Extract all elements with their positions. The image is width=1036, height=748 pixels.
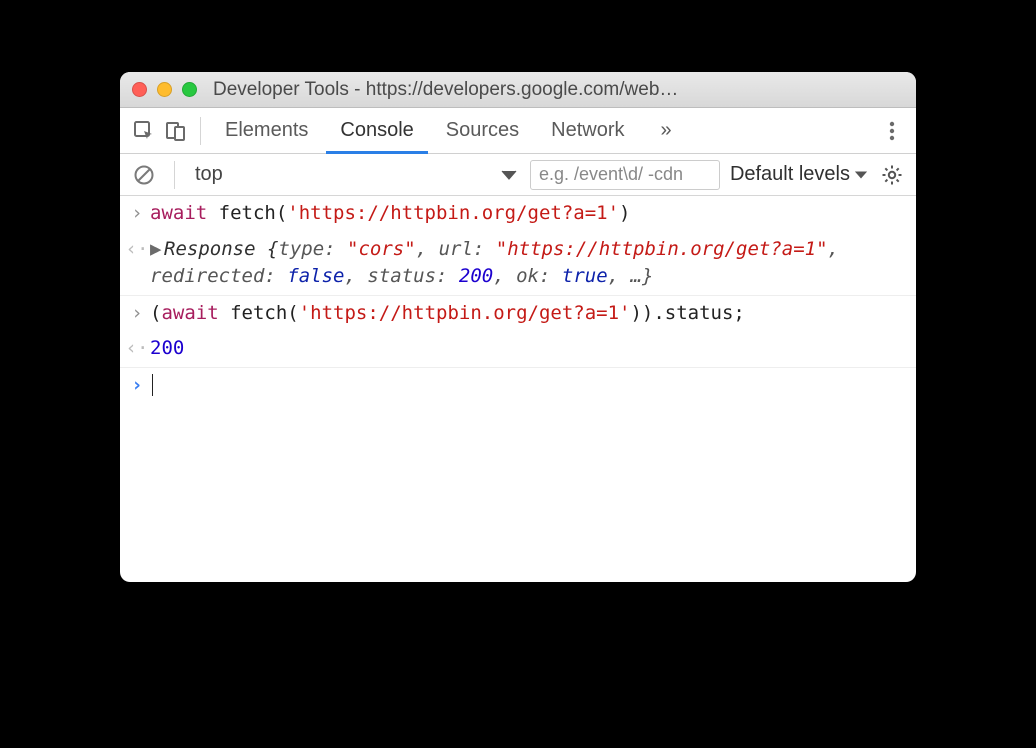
execution-context-selector[interactable]: top (191, 163, 227, 186)
console-toolbar: top e.g. /event\d/ -cdn Default levels (120, 154, 916, 196)
inspect-element-icon[interactable] (130, 117, 158, 145)
console-output-row: ‹· 200 (120, 331, 916, 368)
filter-input[interactable]: e.g. /event\d/ -cdn (530, 160, 720, 190)
context-dropdown-icon[interactable] (498, 164, 520, 186)
divider (200, 117, 201, 145)
tab-label: Sources (446, 119, 519, 142)
levels-label: Default levels (730, 163, 850, 186)
close-window-button[interactable] (132, 82, 147, 97)
console-code: await fetch('https://httpbin.org/get?a=1… (150, 200, 910, 228)
tab-sources[interactable]: Sources (432, 108, 533, 154)
console-code: (await fetch('https://httpbin.org/get?a=… (150, 300, 910, 328)
device-toolbar-icon[interactable] (162, 117, 190, 145)
settings-menu-button[interactable] (878, 117, 906, 145)
clear-console-icon[interactable] (130, 161, 158, 189)
filter-placeholder: e.g. /event\d/ -cdn (539, 164, 683, 185)
tab-network[interactable]: Network (537, 108, 638, 154)
console-prompt-row[interactable]: › (120, 368, 916, 404)
tab-label: Network (551, 119, 624, 142)
console-result: 200 (150, 335, 910, 363)
devtools-tabbar: Elements Console Sources Network » (120, 108, 916, 154)
chevron-down-icon (854, 169, 868, 181)
input-marker-icon: › (131, 202, 142, 224)
more-tabs-button[interactable]: » (647, 108, 686, 154)
minimize-window-button[interactable] (157, 82, 172, 97)
chevron-double-right-icon: » (661, 119, 672, 142)
log-levels-selector[interactable]: Default levels (730, 163, 868, 186)
output-marker-icon: ‹· (126, 238, 149, 260)
console-input-row: › await fetch('https://httpbin.org/get?a… (120, 196, 916, 232)
console-input-row: › (await fetch('https://httpbin.org/get?… (120, 296, 916, 332)
window-title: Developer Tools - https://developers.goo… (213, 79, 904, 101)
console-prompt-input[interactable] (150, 372, 910, 400)
console-output[interactable]: › await fetch('https://httpbin.org/get?a… (120, 196, 916, 582)
zoom-window-button[interactable] (182, 82, 197, 97)
console-settings-icon[interactable] (878, 161, 906, 189)
tab-elements[interactable]: Elements (211, 108, 322, 154)
window-controls (132, 82, 197, 97)
context-label: top (195, 163, 223, 186)
input-marker-icon: › (131, 302, 142, 324)
tab-label: Elements (225, 119, 308, 142)
console-response-object[interactable]: ▶Response {type: "cors", url: "https://h… (150, 236, 910, 291)
titlebar: Developer Tools - https://developers.goo… (120, 72, 916, 108)
divider (174, 161, 175, 189)
text-caret (152, 374, 153, 396)
prompt-marker-icon: › (131, 374, 142, 396)
tab-console[interactable]: Console (326, 108, 427, 154)
tab-label: Console (340, 119, 413, 142)
output-marker-icon: ‹· (126, 337, 149, 359)
console-output-row: ‹· ▶Response {type: "cors", url: "https:… (120, 232, 916, 296)
expand-object-icon[interactable]: ▶ (150, 236, 164, 264)
devtools-window: Developer Tools - https://developers.goo… (120, 72, 916, 582)
